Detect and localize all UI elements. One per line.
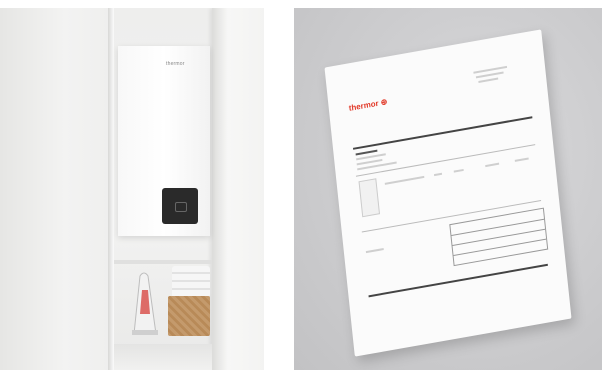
iron-icon bbox=[132, 272, 158, 335]
invoice-sheet: thermor ⊕ bbox=[324, 29, 572, 357]
wicker-basket bbox=[168, 296, 210, 336]
item-price bbox=[453, 168, 464, 173]
product-thumbnail bbox=[358, 178, 381, 218]
header-text-line bbox=[478, 77, 499, 84]
invoice-photo: thermor ⊕ bbox=[294, 8, 602, 370]
water-heater: thermor bbox=[118, 46, 210, 236]
item-amount bbox=[514, 157, 529, 162]
heater-control-panel bbox=[162, 188, 198, 224]
item-rule bbox=[355, 144, 536, 177]
brand-logo: thermor ⊕ bbox=[348, 97, 388, 113]
heater-brand: thermor bbox=[166, 61, 185, 67]
totals-table bbox=[449, 207, 549, 267]
cabinet-door-right bbox=[212, 8, 264, 370]
cabinet-photo: thermor bbox=[0, 8, 264, 370]
cabinet-shelf bbox=[114, 260, 212, 264]
item-qty bbox=[433, 172, 443, 177]
header-rule bbox=[352, 116, 533, 150]
footer-rule bbox=[368, 263, 548, 297]
notes-label bbox=[365, 248, 384, 254]
item-total bbox=[485, 162, 500, 168]
wall-left bbox=[0, 8, 108, 370]
folded-towels bbox=[172, 266, 210, 298]
heater-knob-icon bbox=[175, 202, 187, 212]
item-description bbox=[384, 175, 425, 185]
lower-shelf bbox=[114, 344, 212, 370]
